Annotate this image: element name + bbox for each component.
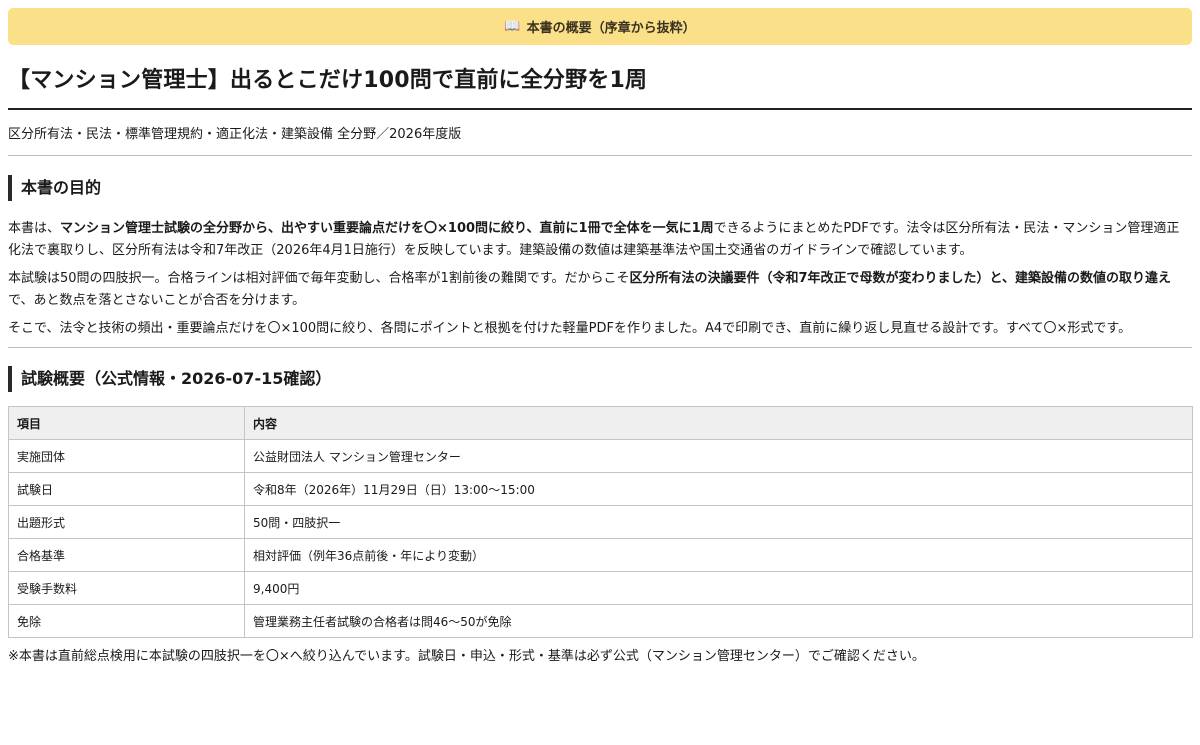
open-book-icon: 📖	[504, 19, 521, 34]
purpose-paragraph-2: 本試験は50問の四肢択一。合格ラインは相対評価で毎年変動し、合格率が1割前後の難…	[8, 268, 1192, 312]
table-cell: 出題形式	[8, 505, 245, 539]
table-row: 出題形式 50問・四肢択一	[8, 505, 1193, 539]
table-cell: 公益財団法人 マンション管理センター	[244, 439, 1193, 473]
table-row: 免除 管理業務主任者試験の合格者は問46〜50が免除	[8, 604, 1193, 638]
table-cell: 管理業務主任者試験の合格者は問46〜50が免除	[244, 604, 1193, 638]
table-header-row: 項目 内容	[8, 406, 1193, 440]
footnote: ※本書は直前総点検用に本試験の四肢択一を〇×へ絞り込んでいます。試験日・申込・形…	[8, 649, 925, 664]
table-cell: 受験手数料	[8, 571, 245, 605]
divider	[8, 347, 1192, 348]
column-header: 内容	[244, 406, 1193, 440]
table-cell: 試験日	[8, 472, 245, 506]
exam-overview-table: 項目 内容 実施団体 公益財団法人 マンション管理センター 試験日 令和8年（2…	[8, 406, 1193, 638]
table-cell: 免除	[8, 604, 245, 638]
section-heading-purpose: 本書の目的	[8, 175, 1192, 201]
table-cell: 9,400円	[244, 571, 1193, 605]
page-subtitle: 区分所有法・民法・標準管理規約・適正化法・建築設備 全分野／2026年度版	[8, 110, 1192, 156]
table-cell: 50問・四肢択一	[244, 505, 1193, 539]
bold-text-run: マンション管理士試験の全分野から、出やすい重要論点だけを〇×100問に絞り、直前…	[60, 221, 714, 236]
banner-text: 本書の概要（序章から抜粋）	[526, 21, 696, 36]
table-cell: 合格基準	[8, 538, 245, 572]
summary-banner: 📖 本書の概要（序章から抜粋）	[8, 8, 1192, 45]
table-row: 試験日 令和8年（2026年）11月29日（日）13:00〜15:00	[8, 472, 1193, 506]
text-run: で、あと数点を落とさないことが合否を分けます。	[8, 293, 306, 308]
table-cell: 令和8年（2026年）11月29日（日）13:00〜15:00	[244, 472, 1193, 506]
page-title: 【マンション管理士】出るとこだけ100問で直前に全分野を1周	[8, 66, 1192, 110]
table-cell: 相対評価（例年36点前後・年により変動）	[244, 538, 1193, 572]
page: 📖 本書の概要（序章から抜粋） 【マンション管理士】出るとこだけ100問で直前に…	[8, 8, 1193, 667]
table-row: 受験手数料 9,400円	[8, 571, 1193, 605]
purpose-paragraph-1: 本書は、マンション管理士試験の全分野から、出やすい重要論点だけを〇×100問に絞…	[8, 218, 1192, 262]
table-row: 合格基準 相対評価（例年36点前後・年により変動）	[8, 538, 1193, 572]
bold-text-run: 区分所有法の決議要件（令和7年改正で母数が変わりました）と、建築設備の数値の取り…	[629, 271, 1172, 286]
section-heading-overview: 試験概要（公式情報・2026-07-15確認）	[8, 366, 1192, 392]
text-run: 本書は、	[8, 221, 61, 236]
purpose-paragraph-3: そこで、法令と技術の頻出・重要論点だけを〇×100問に絞り、各問にポイントと根拠…	[8, 321, 1132, 336]
column-header: 項目	[8, 406, 245, 440]
text-run: 本試験は50問の四肢択一。合格ラインは相対評価で毎年変動し、合格率が1割前後の難…	[8, 271, 630, 286]
table-cell: 実施団体	[8, 439, 245, 473]
table-row: 実施団体 公益財団法人 マンション管理センター	[8, 439, 1193, 473]
